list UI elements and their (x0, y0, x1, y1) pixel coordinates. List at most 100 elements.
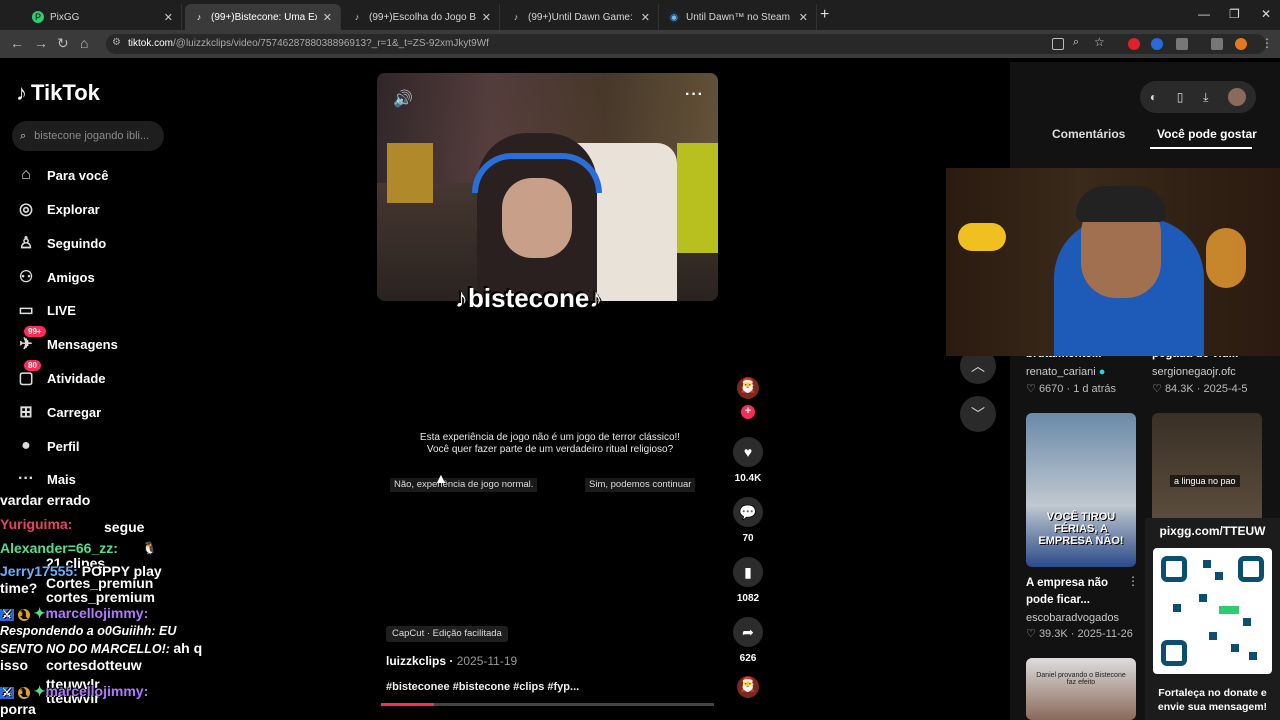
comment-count: 70 (742, 533, 754, 544)
tiktok-logo[interactable]: ♪ TikTok (16, 80, 100, 106)
url-bar[interactable]: tiktok.com/@luizzkclips/video/7574628788… (106, 34, 1266, 54)
heart-icon[interactable]: ♥ (733, 437, 763, 467)
sidebar-item-perfil[interactable]: ● Perfil (16, 434, 80, 458)
sidebar-item-seguindo[interactable]: ♙ Seguindo (16, 231, 106, 255)
comment-icon[interactable]: 💬 (733, 497, 763, 527)
save-action[interactable]: ▮ 1082 (733, 557, 763, 604)
media-control-icon[interactable] (1211, 38, 1223, 50)
tab-comments[interactable]: Comentários (1052, 127, 1125, 141)
sidebar-item-para-voce[interactable]: ⌂ Para você (16, 163, 108, 187)
volume-icon[interactable]: 🔊 (393, 89, 413, 109)
close-icon[interactable]: ✕ (641, 11, 650, 24)
share-action[interactable]: ➦ 626 (733, 617, 763, 664)
overlay-name-text: bistecone (468, 283, 590, 313)
follow-button[interactable]: + (741, 405, 755, 419)
browser-menu-icon[interactable]: ⋮ (1261, 36, 1273, 50)
chevron-down-icon: ﹀ (971, 406, 985, 422)
close-icon[interactable]: ✕ (164, 11, 173, 24)
suggestion-meta: ♡ 6670 · 1 d atrás (1026, 383, 1117, 395)
sword-badge-icon: ⚔ (0, 687, 14, 699)
author-name[interactable]: luizzkclips (386, 654, 446, 668)
extensions-puzzle-icon[interactable] (1176, 38, 1188, 50)
sidebar-item-label: Perfil (47, 438, 80, 454)
extension-red-icon[interactable] (1128, 38, 1140, 50)
site-info-icon[interactable]: ⚙ (112, 37, 121, 48)
more-vertical-icon[interactable]: ⋮ (1127, 574, 1139, 588)
zoom-icon[interactable]: ⌕ (1073, 36, 1079, 49)
reload-icon[interactable]: ↻ (57, 35, 69, 52)
suggestion-thumbnail[interactable]: VOCÊ TIROU FÉRIAS, A EMPRESA NÃO! (1026, 413, 1136, 567)
video-hashtags[interactable]: #bisteconee #bistecone #clips #fyp... (386, 681, 579, 693)
upload-icon: ⊞ (19, 404, 33, 421)
sidebar-item-mensagens[interactable]: ✈ 99+ Mensagens (16, 326, 118, 356)
maximize-button[interactable]: ❐ (1229, 7, 1240, 21)
video-progress-bar[interactable] (381, 703, 714, 706)
follow-suggestion-text: cortes_premium (46, 589, 155, 605)
close-icon[interactable]: ✕ (482, 11, 491, 24)
title-line: pode ficar... (1026, 594, 1090, 606)
browser-tab-steam[interactable]: ◉ Until Dawn™ no Steam ✕ (660, 4, 817, 30)
bookmark-icon[interactable]: ▮ (733, 557, 763, 587)
sidebar-item-explorar[interactable]: ◎ Explorar (16, 197, 100, 221)
minimize-button[interactable]: — (1198, 7, 1210, 21)
user-avatar[interactable] (1228, 88, 1247, 106)
next-video-button[interactable]: ﹀ (960, 396, 996, 432)
home-icon: ⌂ (21, 166, 31, 183)
comment-action[interactable]: 💬 70 (733, 497, 763, 544)
browser-tab-until-dawn[interactable]: ♪ (99+)Until Dawn Game: A Hear ✕ (502, 4, 659, 30)
suggestion-title[interactable]: A empresa não pode ficar... (1026, 575, 1108, 609)
profile-avatar-icon[interactable] (1235, 38, 1247, 50)
sidebar-item-live[interactable]: ▭ LIVE (16, 298, 75, 322)
username[interactable]: renato_cariani (1026, 366, 1096, 378)
like-count: 6670 (1038, 383, 1064, 395)
like-action[interactable]: ♥ 10.4K (733, 437, 763, 484)
mouse-cursor-icon: ▲ (434, 470, 448, 486)
browser-tab-bistecone[interactable]: ♪ (99+)Bistecone: Uma Expe ✕ (185, 4, 341, 30)
suggestion-thumbnail[interactable]: Daniel provando o Bistecone faz efeito (1026, 658, 1136, 720)
browser-tab-pixgg[interactable]: P PixGG ✕ (24, 4, 182, 30)
browser-tab-escolha[interactable]: ♪ (99+)Escolha do Jogo Bistecon ✕ (343, 4, 500, 30)
sidebar-item-atividade[interactable]: ▢ 80 Atividade (16, 360, 106, 390)
music-disc-avatar[interactable]: 🎅 (737, 676, 759, 698)
tab-title: PixGG (50, 11, 80, 23)
suggestion-user[interactable]: renato_cariani ● (1026, 366, 1105, 378)
download-icon[interactable]: ⤓ (1203, 90, 1208, 105)
activity-badge: 80 (24, 360, 41, 371)
video-author[interactable]: luizzkclips · 2025-11-19 (386, 654, 517, 668)
video-player[interactable] (377, 73, 718, 301)
sidebar-item-carregar[interactable]: ⊞ Carregar (16, 400, 101, 424)
sidebar-item-amigos[interactable]: ⚇ Amigos (16, 265, 95, 289)
device-icon[interactable]: ▯ (1177, 90, 1184, 104)
qr-module (1243, 618, 1251, 626)
install-app-icon[interactable] (1052, 38, 1064, 50)
sparkle-badge-icon: ✦ (33, 683, 46, 699)
forward-icon[interactable]: → (34, 35, 48, 51)
new-tab-button[interactable]: + (820, 6, 829, 24)
back-icon[interactable]: ← (10, 35, 24, 51)
search-input[interactable]: ⌕ bistecone jogando ibli... (12, 121, 164, 151)
capcut-tag[interactable]: CapCut · Edição facilitada (386, 626, 508, 642)
creator-avatar[interactable]: 🎅 (737, 377, 759, 399)
chat-username: Jerry17555: (0, 563, 78, 579)
close-icon[interactable]: ✕ (799, 11, 808, 24)
pix-footer: Fortaleça no donate e envie sua mensagem! (1145, 686, 1280, 714)
suggestion-meta: ♡ 84.3K · 2025-4-5 (1152, 383, 1248, 395)
home-button-icon[interactable]: ⌂ (80, 35, 88, 51)
suggestion-user[interactable]: escobaradvogados (1026, 612, 1119, 624)
close-icon[interactable]: ✕ (323, 11, 332, 24)
question-line: Esta experiência de jogo não é um jogo d… (419, 432, 681, 443)
more-options-icon[interactable]: ··· (685, 86, 704, 104)
bookmark-star-icon[interactable]: ☆ (1094, 35, 1105, 49)
sidebar-item-label: Seguindo (47, 235, 107, 251)
streamer-cap (1076, 186, 1166, 222)
window-close-button[interactable]: ✕ (1261, 7, 1271, 21)
extension-blue-icon[interactable] (1151, 38, 1163, 50)
chat-message: porra (0, 701, 36, 717)
tab-suggestions[interactable]: Você pode gostar (1157, 127, 1257, 141)
tiktok-note-icon: ♪ (16, 80, 27, 105)
coin-icon[interactable]: ◐ (1150, 90, 1157, 104)
sidebar-item-mais[interactable]: ··· Mais (16, 467, 76, 491)
suggestion-user[interactable]: sergionegaojr.ofc (1152, 366, 1236, 378)
like-count: 10.4K (734, 473, 762, 484)
share-icon[interactable]: ➦ (733, 617, 763, 647)
